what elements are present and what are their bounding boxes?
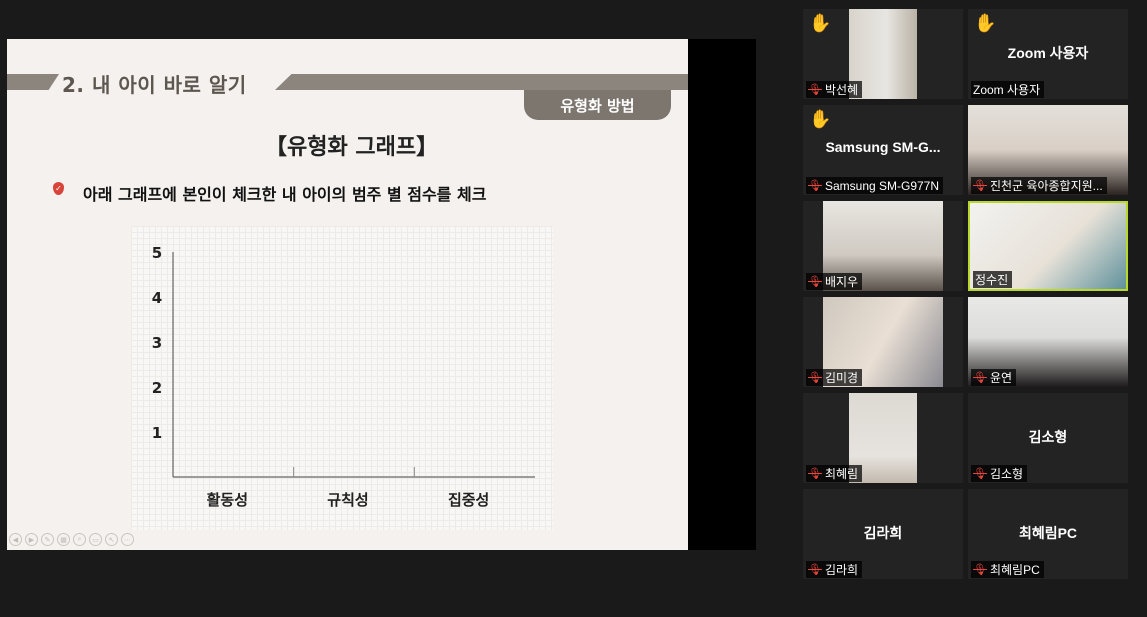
subtitle-icon[interactable]: ▭ [89,533,102,546]
more-options-icon[interactable]: ⋯ [121,533,134,546]
participant-name-label: 🎙 최혜림PC [971,561,1044,578]
participant-name: 윤연 [989,371,1013,385]
participant-center-name: 김라희 [863,525,903,541]
muted-mic-icon: 🎙 [973,180,987,192]
participant-tile[interactable]: Samsung SM-G... ✋ 🎙 Samsung SM-G977N [803,105,963,195]
zoom-icon[interactable]: ⌕ [73,533,86,546]
muted-mic-icon: 🎙 [808,564,822,576]
participant-name-label: 🎙 김라희 [806,561,863,578]
participant-name: 김미경 [824,371,859,385]
participant-name-label: 🎙 진천군 육아종합지원... [971,177,1107,194]
check-badge-icon: ✓ [53,182,64,195]
participant-name-label: 🎙 최혜림 [806,465,863,482]
participant-tile[interactable]: Zoom 사용자 ✋ Zoom 사용자 [968,9,1128,99]
participant-center-name: 최혜림PC [1018,525,1078,541]
participant-name: 진천군 육아종합지원... [989,179,1103,193]
muted-mic-icon: 🎙 [808,372,822,384]
raised-hand-icon: ✋ [974,13,997,34]
x-tick-label: 집중성 [448,491,489,509]
muted-mic-icon: 🎙 [808,276,822,288]
heading-band-right [275,74,688,90]
muted-mic-icon: 🎙 [808,180,822,192]
participant-name: Zoom 사용자 [973,83,1041,97]
participant-tile[interactable]: 최혜림PC 🎙 최혜림PC [968,489,1128,579]
pointer-icon[interactable]: ↖ [105,533,118,546]
y-tick-label: 2 [152,379,162,397]
slide-heading: 2. 내 아이 바로 알기 [62,73,247,97]
participant-name: 박선혜 [824,83,859,97]
pen-icon[interactable]: ✎ [41,533,54,546]
raised-hand-icon: ✋ [809,13,832,34]
participant-name-label: 🎙 김소형 [971,465,1028,482]
participant-tile[interactable]: 김소형 🎙 김소형 [968,393,1128,483]
chart-area: 1 2 3 4 5 활동성 규칙성 집중성 [131,226,553,530]
participant-name-label: Zoom 사용자 [971,81,1045,98]
chart-svg: 1 2 3 4 5 활동성 규칙성 집중성 [152,244,535,509]
method-tab: 유형화 방법 [524,90,671,120]
heading-band-left [7,74,59,90]
participant-center-name: Samsung SM-G... [825,139,941,155]
participant-tile[interactable]: 🎙 윤연 [968,297,1128,387]
participant-name: 김소형 [989,467,1024,481]
graph-title: 【유형화 그래프】 [265,134,439,160]
participant-tile[interactable]: 🎙 김미경 [803,297,963,387]
y-tick-label: 3 [152,334,162,352]
participant-name-label: 🎙 김미경 [806,369,863,386]
participant-tile[interactable]: 🎙 배지우 [803,201,963,291]
participant-tile[interactable]: 🎙 최혜림 [803,393,963,483]
muted-mic-icon: 🎙 [973,468,987,480]
x-tick-label: 활동성 [207,491,248,509]
participant-name-label: 🎙 윤연 [971,369,1017,386]
participant-name: 배지우 [824,275,859,289]
participant-name: 최혜림PC [989,563,1040,577]
x-tick-label: 규칙성 [327,491,368,509]
participant-name: 최혜림 [824,467,859,481]
next-slide-icon[interactable]: ▶ [25,533,38,546]
zoom-meeting-window: 2. 내 아이 바로 알기 유형화 방법 【유형화 그래프】 ✓ 아래 그래프에… [0,0,1147,617]
participant-name-label: 🎙 Samsung SM-G977N [806,177,944,194]
participant-center-name: 김소형 [1028,429,1068,445]
participant-name: 김라희 [824,563,859,577]
participant-tile[interactable]: 김라희 🎙 김라희 [803,489,963,579]
prev-slide-icon[interactable]: ◀ [9,533,22,546]
participant-tile[interactable]: 🎙 진천군 육아종합지원... [968,105,1128,195]
participant-name: Samsung SM-G977N [824,178,940,193]
muted-mic-icon: 🎙 [808,84,822,96]
participant-tile[interactable]: 정수진 [968,201,1128,291]
participant-name-label: 🎙 배지우 [806,273,863,290]
presentation-slide: 2. 내 아이 바로 알기 유형화 방법 【유형화 그래프】 ✓ 아래 그래프에… [7,39,688,550]
participant-tile[interactable]: ✋ 🎙 박선혜 [803,9,963,99]
participant-center-name: Zoom 사용자 [1007,45,1089,61]
participant-name: 정수진 [975,273,1009,287]
instruction-text: 아래 그래프에 본인이 체크한 내 아이의 범주 별 점수를 체크 [83,185,487,204]
muted-mic-icon: 🎙 [973,564,987,576]
raised-hand-icon: ✋ [809,109,832,130]
slide-nav-controls: ◀ ▶ ✎ ▦ ⌕ ▭ ↖ ⋯ [9,533,134,546]
participant-name-label: 정수진 [973,271,1013,288]
y-tick-label: 4 [152,289,162,307]
y-tick-label: 1 [152,424,162,442]
participant-name-label: 🎙 박선혜 [806,81,863,98]
muted-mic-icon: 🎙 [808,468,822,480]
y-tick-label: 5 [152,244,162,262]
slides-grid-icon[interactable]: ▦ [57,533,70,546]
shared-screen: 2. 내 아이 바로 알기 유형화 방법 【유형화 그래프】 ✓ 아래 그래프에… [7,39,756,550]
muted-mic-icon: 🎙 [973,372,987,384]
